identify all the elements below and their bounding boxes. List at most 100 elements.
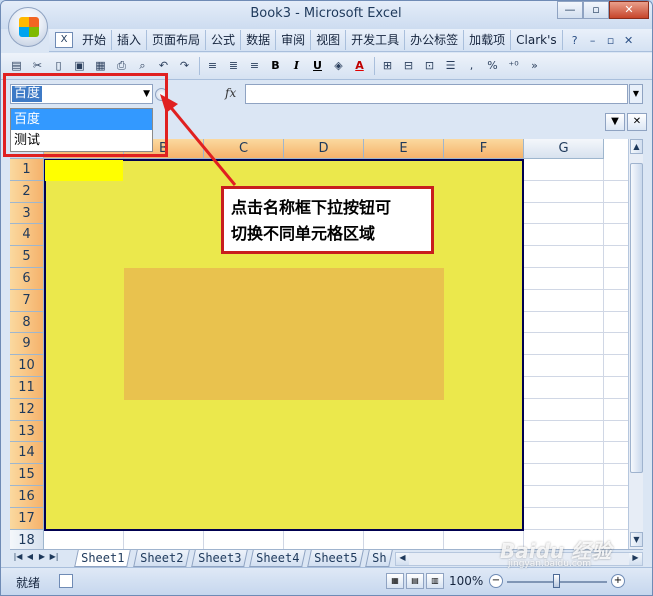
row-header-12[interactable]: 12 [10,398,44,421]
sheet-tab-sheet1[interactable]: Sheet1 [74,550,132,567]
normal-view-icon[interactable]: ▦ [386,573,404,589]
named-range-region[interactable] [124,268,444,400]
row-header-1[interactable]: 1 [10,159,44,181]
prev-sheet-icon[interactable]: ◀ [24,552,36,561]
row-header-10[interactable]: 10 [10,355,44,377]
ribbon-minimize-button[interactable]: – [584,34,602,47]
percent-style-button[interactable]: % [483,57,502,75]
sheet-tab-sheet4[interactable]: Sheet4 [249,550,307,567]
row-header-6[interactable]: 6 [10,268,44,290]
sheet-tab-sheet5[interactable]: Sheet5 [307,550,365,567]
bold-button[interactable]: B [266,57,285,75]
row-header-4[interactable]: 4 [10,224,44,247]
save-icon[interactable]: ▣ [70,57,89,75]
row-header-8[interactable]: 8 [10,311,44,334]
row-header-13[interactable]: 13 [10,420,44,443]
scroll-up-icon[interactable]: ▲ [630,139,643,154]
align-left-icon[interactable]: ≡ [203,57,222,75]
cell-styles-icon[interactable]: ☰ [441,57,460,75]
tab-clarks[interactable]: Clark's [511,30,563,50]
formula-input[interactable] [245,84,628,104]
excel-doc-icon[interactable]: X [55,32,73,48]
zoom-level[interactable]: 100% [449,574,483,588]
tab-insert[interactable]: 插入 [112,30,148,50]
row-header-7[interactable]: 7 [10,289,44,312]
merge-cells-icon[interactable]: ⊟ [399,57,418,75]
row-header-17[interactable]: 17 [10,507,44,530]
row-header-15[interactable]: 15 [10,464,44,486]
help-icon[interactable]: ? [566,34,584,47]
paste-icon[interactable]: ▤ [7,57,26,75]
row-header-2[interactable]: 2 [10,180,44,203]
ribbon-restore-button[interactable]: ▫ [602,34,620,47]
vertical-scroll-thumb[interactable] [630,163,643,473]
name-box[interactable]: 百度 ▼ [10,84,153,104]
zoom-slider-thumb[interactable] [553,574,560,588]
workbook-close-icon[interactable]: ✕ [627,113,647,131]
print-preview-icon[interactable]: ▦ [91,57,110,75]
align-right-icon[interactable]: ≡ [245,57,264,75]
first-sheet-icon[interactable]: |◀ [12,552,24,561]
tab-page-layout[interactable]: 页面布局 [147,30,207,50]
column-header-g[interactable]: G [524,139,604,159]
ribbon-close-button[interactable]: ✕ [620,34,638,47]
tab-developer[interactable]: 开发工具 [346,30,406,50]
sheet-tab-sheet2[interactable]: Sheet2 [133,550,191,567]
column-header-e[interactable]: E [364,139,444,159]
sheet-tab-sh[interactable]: Sh [365,550,394,567]
scroll-left-icon[interactable]: ◀ [396,553,409,565]
redo-icon[interactable]: ↷ [175,57,194,75]
zoom-in-button[interactable]: + [611,574,625,588]
formula-bar-resize-handle[interactable] [155,88,168,101]
print-icon[interactable]: ⎙ [112,57,131,75]
cell-a1[interactable] [45,160,123,181]
formula-expand-icon[interactable]: ▼ [629,84,643,104]
row-header-16[interactable]: 16 [10,486,44,508]
borders-icon[interactable]: ⊞ [378,57,397,75]
row-header-14[interactable]: 14 [10,442,44,465]
row-header-5[interactable]: 5 [10,246,44,268]
column-header-f[interactable]: F [444,139,524,159]
row-header-11[interactable]: 11 [10,377,44,399]
office-button[interactable] [8,7,48,47]
tab-review[interactable]: 审阅 [276,30,312,50]
next-sheet-icon[interactable]: ▶ [36,552,48,561]
sheet-tab-sheet3[interactable]: Sheet3 [191,550,249,567]
row-header-18[interactable]: 18 [10,529,44,549]
chevron-down-icon[interactable]: ▼ [143,89,150,99]
zoom-preview-icon[interactable]: ⌕ [133,57,152,75]
format-table-icon[interactable]: ⊡ [420,57,439,75]
italic-button[interactable]: I [287,57,306,75]
row-header-9[interactable]: 9 [10,333,44,356]
tab-view[interactable]: 视图 [311,30,347,50]
tab-data[interactable]: 数据 [241,30,277,50]
tab-formulas[interactable]: 公式 [206,30,242,50]
close-button[interactable]: ✕ [609,1,649,19]
page-break-view-icon[interactable]: ▥ [426,573,444,589]
font-color-button[interactable]: A [350,57,369,75]
page-layout-view-icon[interactable]: ▤ [406,573,424,589]
name-box-value[interactable]: 百度 [12,86,43,102]
minimize-button[interactable]: — [557,1,583,19]
row-header-3[interactable]: 3 [10,202,44,225]
underline-button[interactable]: U [308,57,327,75]
increase-decimal-button[interactable]: ⁺⁰ [504,57,523,75]
undo-icon[interactable]: ↶ [154,57,173,75]
tab-add-ins[interactable]: 加载项 [464,30,512,50]
toolbar-more-icon[interactable]: » [525,57,544,75]
scroll-down-icon[interactable]: ▼ [630,532,643,547]
last-sheet-icon[interactable]: ▶| [48,552,60,561]
column-header-d[interactable]: D [284,139,364,159]
dropdown-item-test[interactable]: 测试 [11,130,152,151]
comma-style-button[interactable]: , [462,57,481,75]
tab-office-tab[interactable]: 办公标签 [405,30,465,50]
zoom-out-button[interactable]: − [489,574,503,588]
align-center-icon[interactable]: ≣ [224,57,243,75]
workbook-menu-icon[interactable]: ▼ [605,113,625,131]
insert-function-button[interactable]: fx [225,86,236,100]
macro-record-icon[interactable] [59,574,73,588]
scroll-right-icon[interactable]: ▶ [629,553,642,565]
restore-button[interactable]: ▫ [583,1,609,19]
vertical-scrollbar[interactable]: ▲ ▼ [628,139,643,549]
new-file-icon[interactable]: ▯ [49,57,68,75]
